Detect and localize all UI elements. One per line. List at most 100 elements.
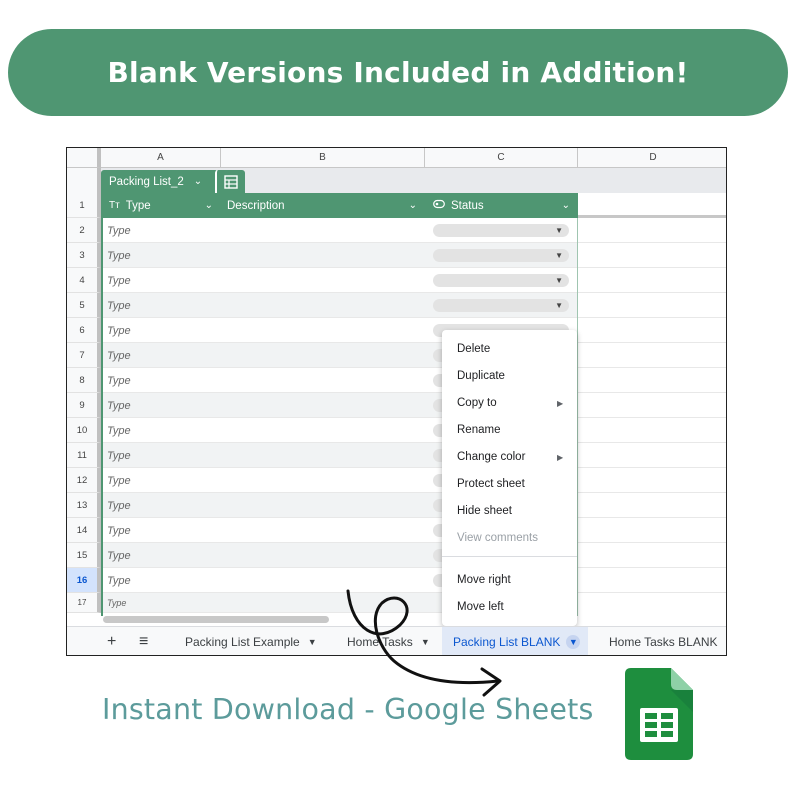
empty-cell[interactable]: [578, 393, 726, 418]
status-dropdown-chip[interactable]: ▼: [433, 299, 569, 312]
sheet-tab-label: Home Tasks BLANK: [609, 635, 718, 649]
submenu-arrow-icon: ▶: [557, 453, 564, 462]
row-number[interactable]: 13: [67, 493, 101, 518]
empty-cell[interactable]: [578, 418, 726, 443]
row-number[interactable]: 9: [67, 393, 101, 418]
empty-cell[interactable]: [578, 318, 726, 343]
row-number-selected[interactable]: 16: [67, 568, 101, 593]
column-header-d[interactable]: D: [578, 148, 726, 168]
type-cell[interactable]: Type: [107, 443, 131, 468]
type-cell[interactable]: Type: [107, 418, 131, 443]
dropdown-arrow-icon[interactable]: ▼: [308, 637, 317, 647]
add-sheet-button[interactable]: +: [107, 627, 116, 655]
empty-cell[interactable]: [578, 243, 726, 268]
row-number[interactable]: 10: [67, 418, 101, 443]
menu-item-duplicate[interactable]: Duplicate: [457, 370, 505, 382]
row-number[interactable]: 17: [67, 593, 101, 613]
row-number[interactable]: 2: [67, 218, 101, 243]
empty-cell[interactable]: [578, 193, 726, 218]
table-row[interactable]: Type ▼: [101, 268, 578, 293]
row-number[interactable]: 12: [67, 468, 101, 493]
row-number[interactable]: 14: [67, 518, 101, 543]
status-dropdown-chip[interactable]: ▼: [433, 224, 569, 237]
header-type[interactable]: Tт Type ⌄: [101, 193, 221, 218]
type-cell[interactable]: Type: [107, 218, 131, 243]
sheet-tab[interactable]: Packing List Example ▼: [185, 627, 317, 655]
select-all-corner[interactable]: [67, 148, 101, 168]
empty-cell[interactable]: [578, 368, 726, 393]
column-header-b[interactable]: B: [221, 148, 425, 168]
type-cell[interactable]: Type: [107, 568, 131, 593]
menu-item-view-comments: View comments: [457, 532, 538, 544]
chevron-down-icon[interactable]: ⌄: [205, 200, 213, 211]
type-cell[interactable]: Type: [107, 493, 131, 518]
chevron-down-icon[interactable]: ⌄: [194, 176, 202, 187]
column-header-a[interactable]: A: [101, 148, 221, 168]
menu-item-delete[interactable]: Delete: [457, 343, 490, 355]
header-status[interactable]: Status ⌄: [425, 193, 578, 218]
dropdown-arrow-icon: ▼: [555, 226, 563, 235]
row-number[interactable]: 4: [67, 268, 101, 293]
sheet-tab[interactable]: Home Tasks BLANK: [609, 627, 718, 655]
row-number[interactable]: 8: [67, 368, 101, 393]
type-cell[interactable]: Type: [107, 343, 131, 368]
row-number[interactable]: 7: [67, 343, 101, 368]
empty-cell[interactable]: [578, 268, 726, 293]
empty-cell[interactable]: [578, 468, 726, 493]
row-number[interactable]: 5: [67, 293, 101, 318]
dropdown-arrow-icon: ▼: [555, 276, 563, 285]
table-row[interactable]: Type ▼: [101, 218, 578, 243]
chevron-down-icon[interactable]: ⌄: [409, 200, 417, 211]
type-cell[interactable]: Type: [107, 318, 131, 343]
all-sheets-button[interactable]: ≡: [139, 627, 148, 655]
type-cell[interactable]: Type: [107, 393, 131, 418]
empty-cell[interactable]: [578, 518, 726, 543]
table-row[interactable]: Type ▼: [101, 243, 578, 268]
type-cell[interactable]: Type: [107, 293, 131, 318]
type-cell[interactable]: Type: [107, 593, 126, 613]
empty-cell[interactable]: [578, 568, 726, 593]
google-sheets-icon: [625, 668, 693, 760]
menu-item-hide-sheet[interactable]: Hide sheet: [457, 505, 512, 517]
dropdown-arrow-icon[interactable]: ▼: [566, 635, 581, 649]
type-cell[interactable]: Type: [107, 268, 131, 293]
table-row[interactable]: Type ▼: [101, 293, 578, 318]
menu-divider: [442, 556, 577, 557]
menu-item-copy-to-label: Copy to: [457, 397, 497, 409]
empty-cell[interactable]: [578, 543, 726, 568]
type-cell[interactable]: Type: [107, 243, 131, 268]
empty-cell[interactable]: [578, 493, 726, 518]
menu-item-change-color-label: Change color: [457, 451, 526, 463]
header-description[interactable]: Description ⌄: [221, 193, 425, 218]
row-number[interactable]: 15: [67, 543, 101, 568]
type-cell[interactable]: Type: [107, 468, 131, 493]
empty-cell[interactable]: [578, 218, 726, 243]
column-header-c[interactable]: C: [425, 148, 578, 168]
row-number[interactable]: 6: [67, 318, 101, 343]
empty-cell[interactable]: [578, 293, 726, 318]
headline-text: Blank Versions Included in Addition!: [107, 56, 689, 89]
headline-banner: Blank Versions Included in Addition!: [8, 29, 788, 116]
status-dropdown-chip[interactable]: ▼: [433, 274, 569, 287]
spreadsheet-screenshot: A B C D Packing List_2 ⌄ 1 Tт Type ⌄ Des…: [66, 147, 727, 656]
row-number[interactable]: 3: [67, 243, 101, 268]
curly-arrow-icon: [346, 589, 502, 697]
table-view-icon[interactable]: [215, 170, 245, 193]
row-number[interactable]: 1: [67, 193, 101, 218]
menu-item-rename[interactable]: Rename: [457, 424, 500, 436]
menu-item-change-color[interactable]: Change color ▶: [457, 451, 563, 463]
dropdown-arrow-icon: ▼: [555, 251, 563, 260]
menu-item-copy-to[interactable]: Copy to ▶: [457, 397, 563, 409]
sheet-tab-label: Packing List Example: [185, 635, 300, 649]
type-cell[interactable]: Type: [107, 518, 131, 543]
empty-cell[interactable]: [578, 443, 726, 468]
status-dropdown-chip[interactable]: ▼: [433, 249, 569, 262]
row-number[interactable]: 11: [67, 443, 101, 468]
horizontal-scrollbar[interactable]: [103, 616, 329, 623]
empty-cell[interactable]: [578, 343, 726, 368]
table-name-tab[interactable]: Packing List_2 ⌄: [101, 170, 218, 193]
type-cell[interactable]: Type: [107, 543, 131, 568]
chevron-down-icon[interactable]: ⌄: [562, 200, 570, 211]
menu-item-protect-sheet[interactable]: Protect sheet: [457, 478, 525, 490]
type-cell[interactable]: Type: [107, 368, 131, 393]
